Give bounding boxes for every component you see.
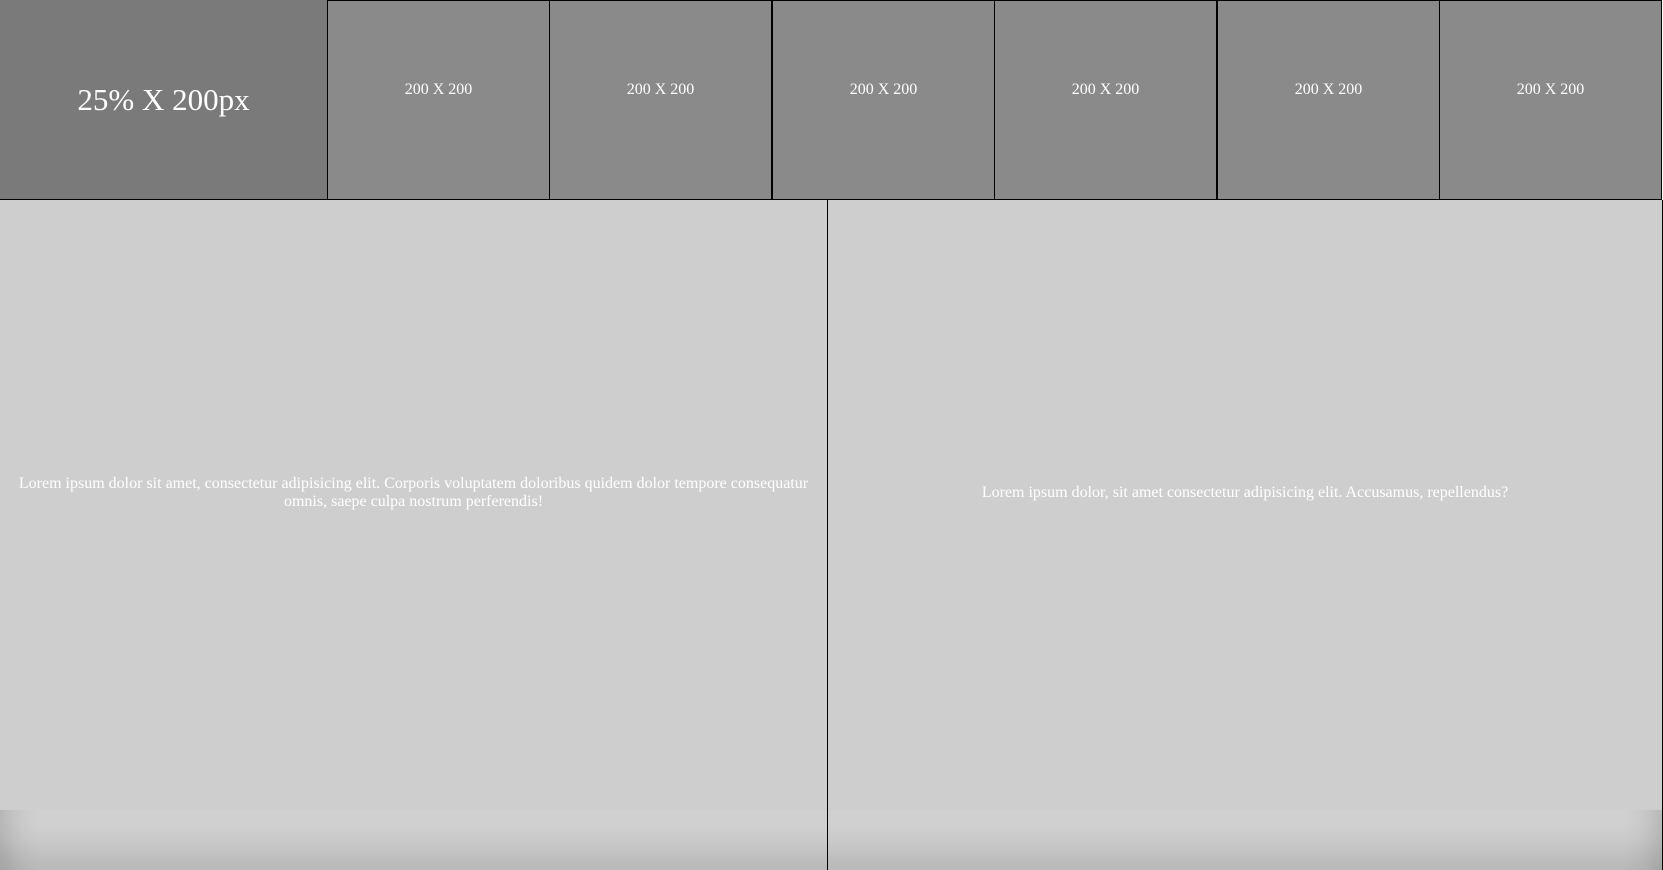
- page: 25% X 200px 200 X 200 200 X 200 200 X 20…: [0, 0, 1663, 870]
- top-row: 25% X 200px 200 X 200 200 X 200 200 X 20…: [0, 0, 1663, 200]
- grid-box-label: 200 X 200: [1516, 81, 1585, 98]
- grid-box: 200 X 200: [994, 0, 1217, 200]
- hero-label: 25% X 200px: [77, 82, 250, 117]
- grid-box: 200 X 200: [1439, 0, 1662, 200]
- grid-box-label: 200 X 200: [1071, 81, 1140, 98]
- content-panel-right: Lorem ipsum dolor, sit amet consectetur …: [827, 200, 1663, 811]
- bottom-panel-right: [827, 810, 1663, 870]
- hero-box: 25% X 200px: [0, 0, 327, 200]
- grid-box-label: 200 X 200: [1294, 81, 1363, 98]
- grid-box-label: 200 X 200: [849, 81, 918, 98]
- grid-box: 200 X 200: [327, 0, 550, 200]
- grid-box: 200 X 200: [549, 0, 772, 200]
- panel-right-text: Lorem ipsum dolor, sit amet consectetur …: [981, 484, 1509, 501]
- bottom-panel-left: [0, 810, 828, 870]
- grid-box: 200 X 200: [772, 0, 995, 200]
- grid-box: 200 X 200: [1217, 0, 1440, 200]
- panel-left-text: Lorem ipsum dolor sit amet, consectetur …: [18, 475, 809, 510]
- grid-box-label: 200 X 200: [404, 81, 473, 98]
- content-panel-left: Lorem ipsum dolor sit amet, consectetur …: [0, 200, 828, 811]
- grid-box-label: 200 X 200: [626, 81, 695, 98]
